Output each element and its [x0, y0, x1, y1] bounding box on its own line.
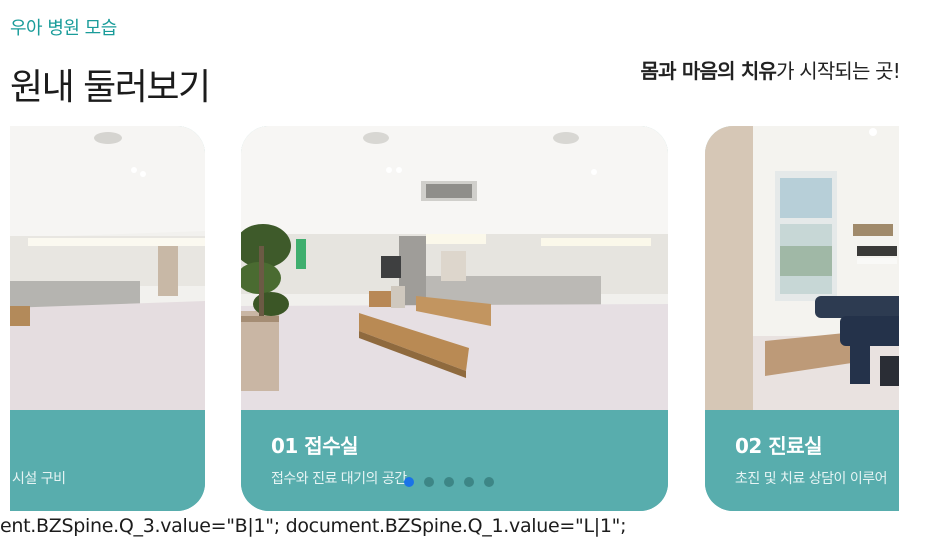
slide-title: 02 진료실: [735, 434, 823, 458]
carousel-slide-treatment[interactable]: 02 진료실 초진 및 치료 상담이 이루어: [705, 126, 899, 511]
tagline-bold: 몸과 마음의 치유: [640, 59, 777, 83]
pagination-dot-5[interactable]: [484, 477, 494, 487]
slide-description: 시설 구비: [12, 471, 66, 487]
pagination-dot-1[interactable]: [404, 477, 414, 487]
slide-caption: 02 진료실 초진 및 치료 상담이 이루어: [705, 410, 899, 511]
slide-photo-lobby: [10, 126, 205, 410]
script-text-line: ent.BZSpine.Q_3.value="B|1"; document.BZ…: [0, 515, 627, 537]
tagline-rest: 가 시작되는 곳!: [776, 59, 901, 83]
facility-carousel[interactable]: 시설 구비 01 접수실 접수와 진료 대기의 공간 02 진료실 초진 및 치…: [10, 126, 899, 511]
eyebrow-label: 우아 병원 모습: [10, 18, 117, 39]
slide-description: 초진 및 치료 상담이 이루어: [735, 471, 887, 487]
slide-caption: 01 접수실 접수와 진료 대기의 공간: [241, 410, 668, 511]
tagline: 몸과 마음의 치유가 시작되는 곳!: [640, 55, 901, 84]
slide-description: 접수와 진료 대기의 공간: [271, 471, 407, 487]
carousel-slide-previous[interactable]: 시설 구비: [10, 126, 205, 511]
slide-caption: 시설 구비: [10, 410, 205, 511]
slide-title: 01 접수실: [271, 434, 359, 458]
carousel-slide-reception[interactable]: 01 접수실 접수와 진료 대기의 공간: [241, 126, 668, 511]
slide-photo-reception: [241, 126, 668, 410]
slide-photo-treatment-room: [705, 126, 899, 410]
pagination-dot-2[interactable]: [424, 477, 434, 487]
pagination-dot-3[interactable]: [444, 477, 454, 487]
page-title: 원내 둘러보기: [10, 67, 211, 108]
pagination-dot-4[interactable]: [464, 477, 474, 487]
carousel-pagination: [404, 477, 494, 487]
